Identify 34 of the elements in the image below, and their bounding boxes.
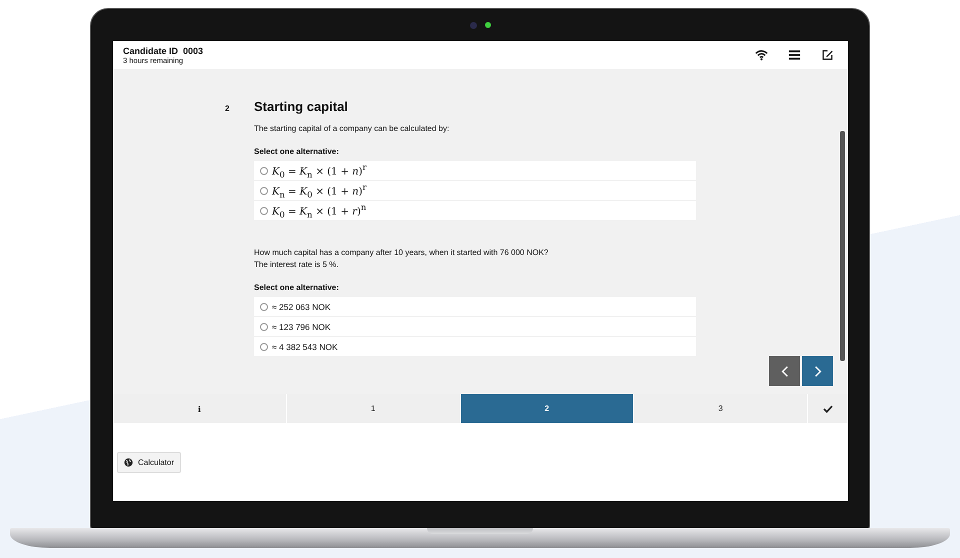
camera-icon (470, 22, 476, 28)
calculator-button[interactable]: Calculator (117, 452, 182, 472)
menu-icon[interactable] (788, 49, 801, 61)
radio-button[interactable] (260, 322, 268, 330)
radio-button[interactable] (260, 342, 268, 350)
previous-button[interactable] (769, 356, 800, 386)
candidate-id: Candidate ID 0003 (123, 46, 204, 56)
question-text: The interest rate is 5 %. (254, 260, 340, 269)
answer-option[interactable]: K$_{n}$ = K$_{0}$ × (1 + n)$^{r}$ (254, 181, 696, 200)
answer-option[interactable]: K$_{0}$ = K$_{n}$ × (1 + r)$^{n}$ (254, 201, 696, 220)
question-number: 2 (225, 104, 230, 113)
scrollbar[interactable] (840, 131, 845, 361)
edit-icon[interactable] (821, 49, 834, 61)
answer-option[interactable]: ≈ 4 382 543 NOK (254, 337, 696, 356)
question-tab[interactable]: 2 (460, 394, 634, 423)
question-text: The starting capital of a company can be calculated by: (254, 124, 450, 133)
check-icon (823, 404, 833, 412)
radio-button[interactable] (260, 302, 268, 310)
wifi-icon[interactable] (755, 49, 768, 61)
radio-button[interactable] (260, 186, 268, 194)
globe-icon (124, 458, 133, 466)
instruction-text: Select one alternative: (254, 147, 340, 156)
question-text: How much capital has a company after 10 years, when it started with 76 000 NOK? (254, 248, 550, 257)
radio-button[interactable] (260, 206, 268, 214)
chevron-right-icon (814, 364, 822, 378)
radio-button[interactable] (260, 166, 268, 174)
question-title: Starting capital (254, 99, 348, 114)
answer-option[interactable]: ≈ 123 796 NOK (254, 317, 696, 336)
chevron-left-icon (780, 364, 788, 378)
camera-light-icon (484, 22, 490, 28)
next-button[interactable] (802, 356, 833, 386)
instruction-text: Select one alternative: (254, 283, 340, 292)
answer-option[interactable]: ≈ 252 063 NOK (254, 297, 696, 316)
answer-option[interactable]: K$_{0}$ = K$_{n}$ × (1 + n)$^{r}$ (254, 161, 696, 180)
